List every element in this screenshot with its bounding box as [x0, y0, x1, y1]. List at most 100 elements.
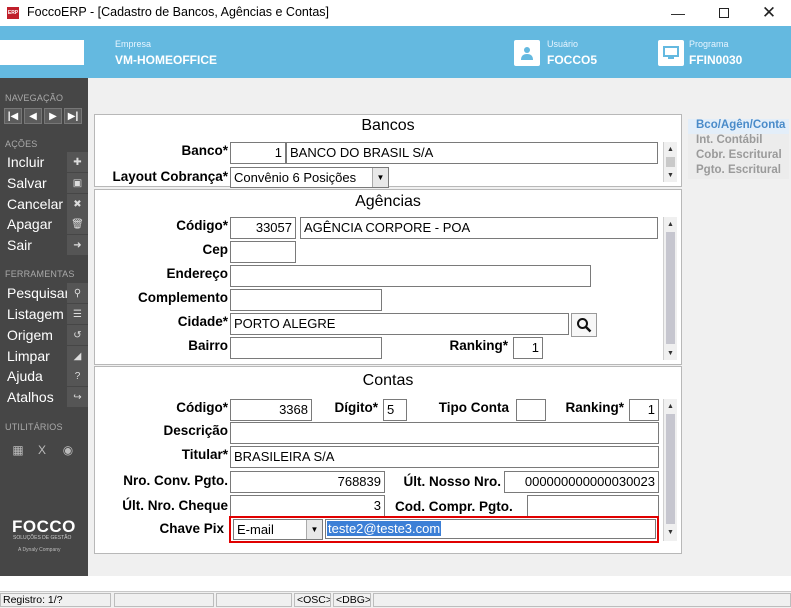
scroll-down-icon[interactable]: ▼ [664, 525, 677, 539]
programa-value: FFIN0030 [689, 53, 743, 67]
agencia-ranking-field[interactable]: 1 [513, 337, 543, 359]
tab-cobr-escritural[interactable]: Cobr. Escritural [688, 149, 789, 164]
pix-type-select[interactable]: E-mail ▼ [233, 519, 323, 540]
excel-icon[interactable]: X [34, 443, 50, 457]
tab-pgto-escritural[interactable]: Pgto. Escritural [688, 164, 789, 179]
nosso-nro-label: Últ. Nosso Nro. [403, 474, 501, 489]
minimize-button[interactable]: — [655, 0, 701, 26]
camera-icon[interactable]: ◉ [60, 443, 76, 457]
shortcut-icon: ↪ [67, 387, 88, 407]
complemento-field[interactable] [230, 289, 382, 311]
banco-name-field[interactable]: BANCO DO BRASIL S/A [286, 142, 658, 164]
cidade-field[interactable]: PORTO ALEGRE [230, 313, 569, 335]
sidebar-item-origem[interactable]: Origem ↺ [0, 325, 88, 346]
descricao-label: Descrição [163, 423, 228, 438]
agencias-title: Agências [355, 193, 421, 210]
first-record-button[interactable]: |◀ [4, 108, 22, 124]
nosso-nro-field[interactable]: 000000000000030023 [504, 471, 659, 493]
help-icon: ? [67, 366, 88, 386]
prev-record-button[interactable]: ◀ [24, 108, 42, 124]
sidebar-item-listagem[interactable]: Listagem ☰ [0, 304, 88, 325]
last-record-button[interactable]: ▶| [64, 108, 82, 124]
status-registro: Registro: 1/? [0, 593, 111, 607]
ult-cheque-label: Últ. Nro. Cheque [122, 498, 228, 513]
layout-label: Layout Cobrança* [112, 169, 228, 184]
history-icon: ↺ [67, 325, 88, 345]
scroll-up-icon[interactable]: ▲ [664, 217, 677, 231]
sidebar-item-incluir[interactable]: Incluir ✚ [0, 152, 88, 173]
conta-codigo-label: Código* [176, 400, 228, 415]
sidebar-item-cancelar[interactable]: Cancelar ✖ [0, 194, 88, 215]
calculator-icon[interactable]: ▦ [10, 443, 26, 457]
agencia-codigo-field[interactable]: 33057 [230, 217, 296, 239]
conta-ranking-field[interactable]: 1 [629, 399, 659, 421]
layout-select[interactable]: Convênio 6 Posições ▼ [230, 167, 389, 188]
sidebar-item-salvar[interactable]: Salvar ▣ [0, 173, 88, 194]
pix-key-selected-text: teste2@teste3.com [327, 521, 442, 536]
agencias-scrollbar[interactable]: ▲ ▼ [663, 217, 677, 360]
app-header: Empresa VM-HOMEOFFICE Usuário FOCCO5 Pro… [0, 26, 791, 78]
chevron-down-icon[interactable]: ▼ [306, 520, 322, 539]
chave-pix-label: Chave Pix [159, 521, 224, 536]
close-button[interactable]: ✕ [746, 0, 791, 26]
sidebar-item-ajuda[interactable]: Ajuda? [0, 366, 88, 387]
exit-icon: ➜ [67, 235, 88, 255]
maximize-button[interactable] [701, 0, 747, 26]
contas-title: Contas [362, 372, 414, 389]
sidebar-item-limpar[interactable]: Limpar ◢ [0, 346, 88, 367]
titular-field[interactable]: BRASILEIRA S/A [230, 446, 659, 468]
title-bar: ERP FoccoERP - [Cadastro de Bancos, Agên… [0, 0, 791, 26]
cidade-label: Cidade* [177, 314, 228, 329]
cep-field[interactable] [230, 241, 296, 263]
actions-section-title: AÇÕES [5, 139, 38, 149]
utils-section-title: UTILITÁRIOS [5, 422, 63, 432]
sidebar-item-label: Atalhos [7, 389, 54, 405]
tab-bco-agen-conta[interactable]: Bco/Agên/Conta [688, 119, 789, 134]
digito-field[interactable]: 5 [383, 399, 407, 421]
sidebar-item-label: Incluir [7, 154, 45, 170]
cidade-search-button[interactable] [571, 313, 597, 337]
tools-section-title: FERRAMENTAS [5, 269, 75, 279]
endereco-label: Endereço [166, 266, 228, 281]
sidebar-item-atalhos[interactable]: Atalhos ↪ [0, 387, 88, 408]
conv-pgto-label: Nro. Conv. Pgto. [123, 473, 228, 488]
nav-section-title: NAVEGAÇÃO [5, 93, 64, 103]
banco-code-field[interactable]: 1 [230, 142, 286, 164]
eraser-icon: ◢ [67, 346, 88, 366]
agencia-name-field[interactable]: AGÊNCIA CORPORE - POA [300, 217, 658, 239]
scroll-thumb[interactable] [666, 157, 675, 167]
user-icon [514, 40, 540, 66]
status-cell-6 [373, 593, 791, 607]
ult-cheque-field[interactable]: 3 [230, 495, 385, 517]
next-record-button[interactable]: ▶ [44, 108, 62, 124]
sidebar-item-pesquisar[interactable]: Pesquisar ⚲ [0, 283, 88, 304]
endereco-field[interactable] [230, 265, 591, 287]
digito-label: Dígito* [334, 400, 379, 415]
contas-scrollbar[interactable]: ▲ ▼ [663, 399, 677, 541]
scroll-down-icon[interactable]: ▼ [664, 168, 677, 182]
agencia-codigo-label: Código* [176, 218, 228, 233]
bairro-field[interactable] [230, 337, 382, 359]
empresa-value: VM-HOMEOFFICE [115, 53, 217, 67]
bancos-scrollbar[interactable]: ▲ ▼ [663, 142, 677, 182]
compr-pgto-label: Cod. Compr. Pgto. [395, 499, 513, 514]
compr-pgto-field[interactable] [527, 495, 659, 517]
magnifier-icon [577, 318, 592, 333]
conta-codigo-field[interactable]: 3368 [230, 399, 312, 421]
tab-int-contabil[interactable]: Int. Contábil [688, 134, 789, 149]
header-left-tab [0, 40, 84, 65]
conv-pgto-field[interactable]: 768839 [230, 471, 385, 493]
scroll-up-icon[interactable]: ▲ [664, 399, 677, 413]
scroll-thumb[interactable] [666, 232, 675, 344]
descricao-field[interactable] [230, 422, 659, 444]
app-logo-icon: ERP [7, 7, 19, 19]
sidebar-item-sair[interactable]: Sair ➜ [0, 235, 88, 256]
scroll-down-icon[interactable]: ▼ [664, 346, 677, 360]
brand-subtitle: SOLUÇÕES DE GESTÃO [13, 535, 72, 541]
scroll-thumb[interactable] [666, 414, 675, 524]
tipo-conta-field[interactable] [516, 399, 546, 421]
pix-key-field[interactable]: teste2@teste3.com [325, 519, 656, 539]
scroll-up-icon[interactable]: ▲ [664, 142, 677, 156]
chevron-down-icon[interactable]: ▼ [372, 168, 388, 187]
sidebar-item-apagar[interactable]: Apagar 🗑 [0, 214, 88, 235]
